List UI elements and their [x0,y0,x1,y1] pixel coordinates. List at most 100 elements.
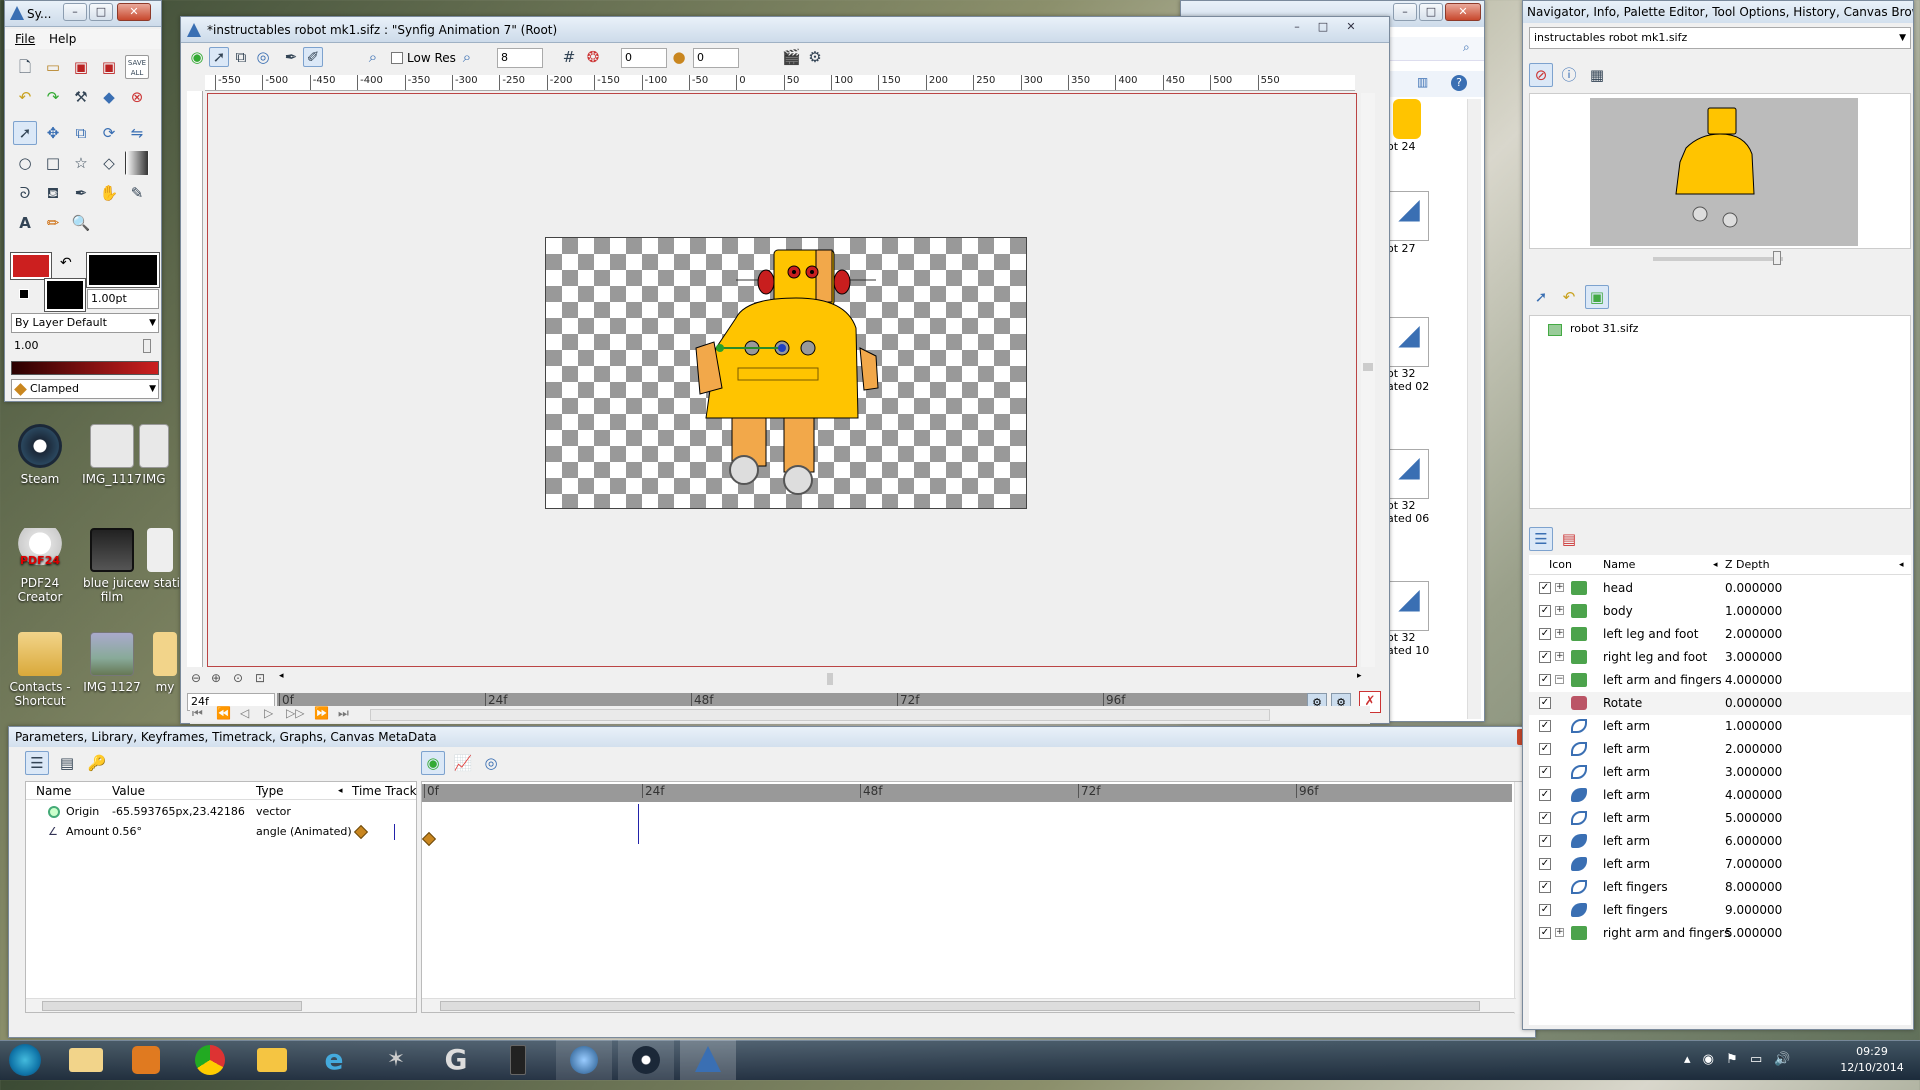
params-hscroll[interactable] [26,998,416,1012]
save-as-icon[interactable]: ▣ [97,55,121,79]
layer-row[interactable]: ✓ left arm 1.000000 [1529,715,1911,738]
vertex-handles-icon[interactable]: ➚ [209,47,229,67]
text-tool-icon[interactable]: A [13,211,37,235]
reset-colors-icon[interactable] [19,289,29,299]
timetrack-tab-icon[interactable]: ◉ [421,751,445,775]
layer-visibility-checkbox[interactable]: ✓ [1539,789,1551,801]
layer-visibility-checkbox[interactable]: ✓ [1539,697,1551,709]
canvas-minimize-button[interactable]: – [1285,19,1309,37]
taskbar-synfig[interactable] [680,1040,736,1080]
desktop-icon-img1127[interactable]: IMG 1127 [72,632,152,694]
fill-color-swatch[interactable] [10,252,52,280]
search-icon[interactable]: ⌕ [1463,40,1470,55]
layer-visibility-checkbox[interactable]: ✓ [1539,651,1551,663]
expand-toggle-icon[interactable]: + [1555,606,1564,615]
polygon-tool-icon[interactable]: ◇ [97,151,121,175]
eyedrop-tool-icon[interactable]: ✎ [125,181,149,205]
transform-tool-icon[interactable]: ➚ [13,121,37,145]
layer-visibility-checkbox[interactable]: ✓ [1539,812,1551,824]
param-value[interactable]: 0.56° [112,822,142,842]
param-value[interactable]: -65.593765px,23.42186 [112,802,245,822]
layer-row[interactable]: ✓ left fingers 9.000000 [1529,899,1911,922]
render-icon[interactable]: ◆ [97,85,121,109]
render-clapper-icon[interactable]: 🎬 [781,47,801,67]
help-icon[interactable]: ⊗ [125,85,149,109]
file-item[interactable]: ot 24 [1387,99,1457,171]
layer-row[interactable]: ✓ left fingers 8.000000 [1529,876,1911,899]
hscroll-right-icon[interactable]: ▸ [1357,671,1362,681]
layer-visibility-checkbox[interactable]: ✓ [1539,904,1551,916]
file-browser-close-button[interactable]: ✕ [1445,3,1481,21]
steam-tray-icon[interactable]: ◉ [1703,1052,1714,1067]
layer-visibility-checkbox[interactable]: ✓ [1539,674,1551,686]
zoom-fit-icon[interactable]: ⌕ [363,47,383,67]
toolbox-close-button[interactable]: ✕ [117,3,151,21]
expand-toggle-icon[interactable]: + [1555,928,1564,937]
rotate-tool-icon[interactable]: ⟳ [97,121,121,145]
seek-prev-keyframe-icon[interactable]: ⏪ [216,706,231,720]
onion-future-spinbox[interactable]: 0 [693,48,739,68]
desktop-icon-my[interactable]: my [150,632,180,694]
zoom-fit-icon[interactable]: ⊡ [255,671,265,685]
circle-tool-icon[interactable]: ○ [13,151,37,175]
layer-row[interactable]: ✓ + right leg and foot 3.000000 [1529,646,1911,669]
zoom-out-icon[interactable]: ⊖ [191,671,201,685]
seek-next-keyframe-icon[interactable]: ⏩ [314,706,329,720]
opacity-slider[interactable]: 1.00 [11,337,159,357]
open-file-icon[interactable]: ▭ [41,55,65,79]
layer-row[interactable]: ✓ left arm 3.000000 [1529,761,1911,784]
file-browser-minimize-button[interactable]: – [1393,3,1417,21]
brush-width-field[interactable]: 1.00pt [87,289,159,309]
volume-icon[interactable]: 🔊 [1774,1052,1790,1067]
file-menu[interactable]: File [15,32,35,46]
toolbox-maximize-button[interactable]: □ [89,3,113,21]
angle-handles-icon[interactable]: ✐ [303,47,323,67]
scroll-thumb[interactable] [42,1001,302,1011]
toolbox-minimize-button[interactable]: – [63,3,87,21]
preview-pane-icon[interactable]: ▥ [1417,75,1428,89]
timetrack-hscroll[interactable] [422,998,1516,1012]
setup-icon[interactable]: ⚒ [69,85,93,109]
keyframes-tab-icon[interactable]: 🔑 [85,751,109,775]
seek-next-frame-icon[interactable]: ▷▷ [286,706,304,720]
taskbar-steam[interactable] [618,1040,674,1080]
file-item[interactable]: ◢ ot 32 ated 10 [1387,557,1457,683]
zoom-in-icon[interactable]: ⊕ [211,671,221,685]
navigator-tab-icon[interactable]: ⊘ [1529,63,1553,87]
desktop-icon-contacts[interactable]: Contacts - Shortcut [0,632,80,708]
animation-mode-off-icon[interactable]: ◉ [187,47,207,67]
layer-row[interactable]: ✓ Rotate 0.000000 [1529,692,1911,715]
desktop-icon-steam[interactable]: Steam [0,424,80,486]
layer-visibility-checkbox[interactable]: ✓ [1539,927,1551,939]
start-button[interactable] [0,1040,50,1080]
star-tool-icon[interactable]: ☆ [69,151,93,175]
layer-visibility-checkbox[interactable]: ✓ [1539,720,1551,732]
timetrack-ruler[interactable]: 0f 24f 48f 72f 96f [422,784,1512,802]
sets-tab-icon[interactable]: ▤ [1557,527,1581,551]
low-res-checkbox[interactable] [391,52,403,64]
layer-row[interactable]: ✓ left arm 6.000000 [1529,830,1911,853]
outline-color-swatch[interactable] [86,252,160,288]
info-tab-icon[interactable]: ⓘ [1557,63,1581,87]
taskbar-chrome[interactable] [182,1040,238,1080]
cutout-tool-icon[interactable]: ✒ [69,181,93,205]
show-grid-icon[interactable]: # [559,47,579,67]
hscroll-thumb[interactable] [827,673,833,685]
navigator-preview[interactable] [1529,93,1911,249]
width-tool-icon[interactable]: ✋ [97,181,121,205]
column-type[interactable]: Type [256,782,284,800]
file-browser-maximize-button[interactable]: □ [1419,3,1443,21]
column-icon[interactable]: Icon [1549,555,1572,575]
waypoint-icon[interactable] [421,831,437,847]
expand-toggle-icon[interactable]: + [1555,652,1564,661]
taskbar-media-player[interactable] [118,1040,174,1080]
layer-row[interactable]: ✓ + left leg and foot 2.000000 [1529,623,1911,646]
param-row-origin[interactable]: Origin -65.593765px,23.42186 vector [26,802,416,822]
column-name[interactable]: Name [36,782,71,800]
onion-past-spinbox[interactable]: 0 [621,48,667,68]
file-browser-scrollbar[interactable] [1467,99,1481,719]
column-zdepth[interactable]: Z Depth [1725,555,1770,575]
canvas-vertical-scrollbar[interactable] [1361,93,1375,667]
help-circle-icon[interactable]: ? [1451,75,1467,91]
width-handles-icon[interactable]: ✒ [281,47,301,67]
